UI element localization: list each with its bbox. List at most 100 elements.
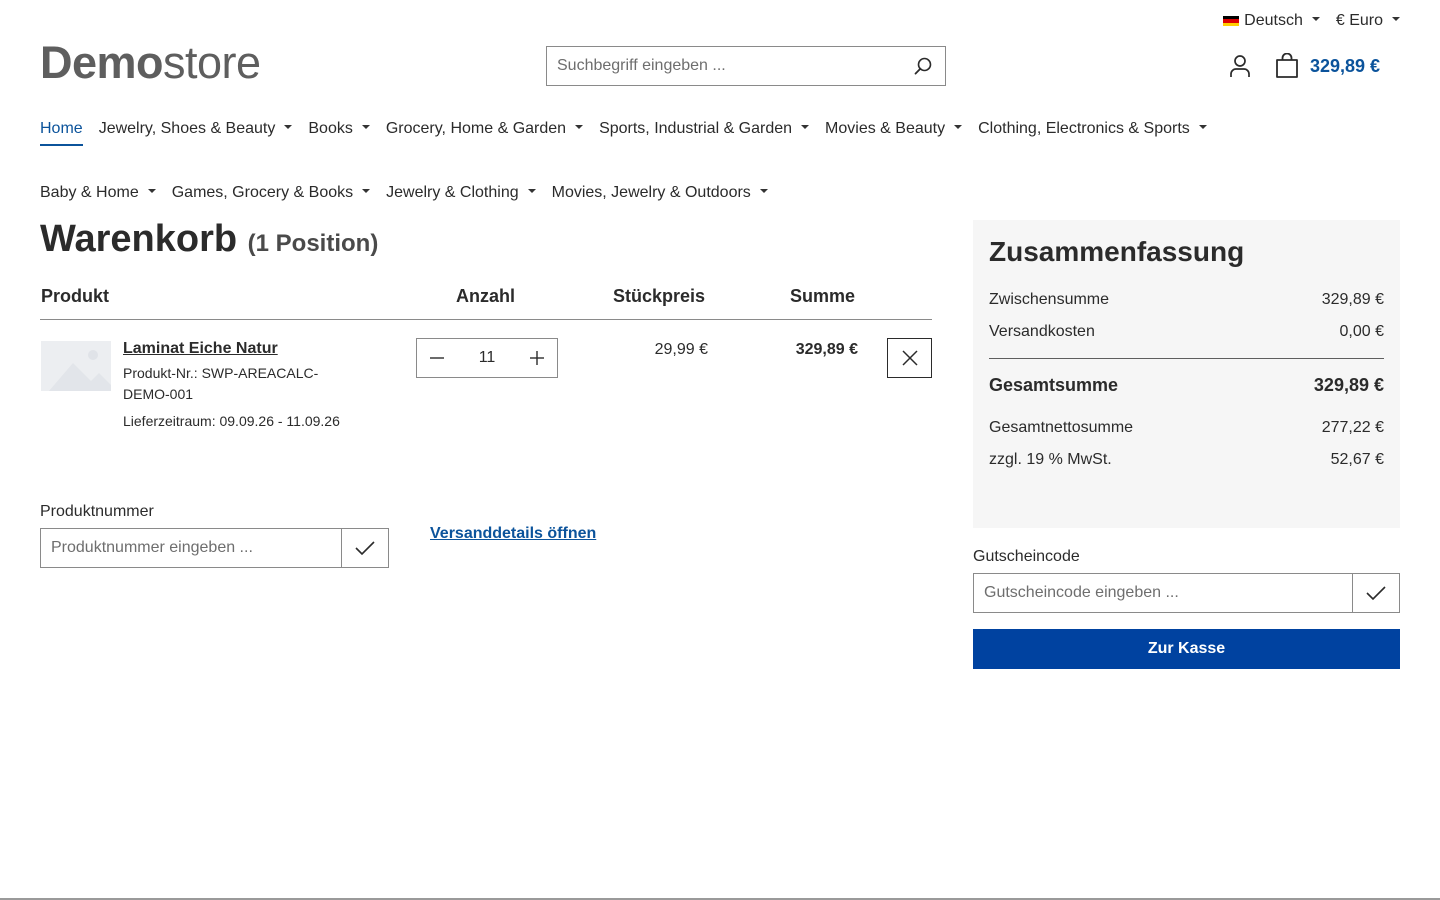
add-product-button[interactable] (341, 529, 388, 567)
chevron-down-icon (759, 189, 768, 193)
currency-selector[interactable]: € Euro (1336, 10, 1400, 32)
voucher-label: Gutscheincode (973, 548, 1080, 565)
chevron-down-icon (527, 189, 536, 193)
product-number-form (40, 528, 389, 568)
nav-item-baby-home[interactable]: Baby & Home (40, 182, 156, 204)
checkmark-icon (1366, 586, 1386, 601)
nav-item-label: Baby & Home (40, 184, 139, 201)
nav-item-games-grocery-books[interactable]: Games, Grocery & Books (171, 182, 371, 204)
header-sum: Summe (790, 286, 856, 306)
product-number-label: Produktnummer (40, 503, 154, 520)
tax-label: zzgl. 19 % MwSt. (989, 451, 1112, 468)
checkout-button[interactable]: Zur Kasse (973, 629, 1400, 669)
logo-light: store (163, 37, 261, 88)
net-total-label: Gesamtnettosumme (989, 419, 1134, 436)
page-title: Warenkorb (1 Position) (40, 218, 378, 261)
logo-bold: Demo (40, 37, 164, 88)
voucher-input[interactable] (974, 574, 1352, 612)
minus-icon (430, 357, 444, 359)
chevron-down-icon (147, 189, 156, 193)
store-logo[interactable]: Demostore (40, 40, 261, 85)
cart-title: Warenkorb (40, 218, 238, 260)
image-placeholder-icon (41, 341, 111, 391)
cart-button[interactable]: 329,89 € (1274, 50, 1380, 82)
currency-label: € Euro (1335, 12, 1383, 29)
delivery-period: Lieferzeitraum: 09.09.26 - 11.09.26 (123, 413, 340, 429)
subtotal-row: Zwischensumme 329,89 € (989, 291, 1384, 309)
chevron-down-icon (361, 125, 370, 129)
product-image-placeholder[interactable] (41, 341, 111, 391)
product-name-link[interactable]: Laminat Eiche Natur (123, 340, 278, 358)
header-unit-price: Stückpreis (613, 286, 706, 306)
summary-divider (989, 358, 1384, 359)
nav-item-label: Home (40, 120, 83, 137)
chevron-down-icon (1198, 125, 1207, 129)
nav-item-sports-industrial-garden[interactable]: Sports, Industrial & Garden (599, 118, 810, 140)
language-selector[interactable]: Deutsch (1223, 10, 1320, 32)
apply-voucher-button[interactable] (1352, 574, 1399, 612)
nav-item-label: Movies, Jewelry & Outdoors (551, 184, 751, 201)
user-icon (1230, 55, 1250, 77)
nav-item-label: Jewelry, Shoes & Beauty (98, 120, 276, 137)
product-number: Produkt-Nr.: SWP-AREACALC-DEMO-001 (123, 365, 319, 402)
decrease-quantity-button[interactable] (417, 339, 457, 377)
nav-item-movies-jewelry-outdoors[interactable]: Movies, Jewelry & Outdoors (552, 182, 768, 204)
language-label: Deutsch (1244, 12, 1303, 29)
header-quantity: Anzahl (456, 286, 516, 306)
main-navigation: Home Jewelry, Shoes & Beauty Books Groce… (40, 118, 1300, 204)
nav-item-jewelry-clothing[interactable]: Jewelry & Clothing (386, 182, 536, 204)
nav-item-label: Books (308, 120, 353, 137)
increase-quantity-button[interactable] (517, 339, 557, 377)
cart-table-header: Produkt Anzahl Stückpreis Summe (40, 286, 932, 320)
account-button[interactable] (1226, 52, 1254, 80)
close-icon (901, 350, 918, 366)
unit-price: 29,99 € (654, 341, 708, 358)
cart-position-count: (1 Position) (247, 230, 379, 257)
summary-title: Zusammenfassung (989, 236, 1245, 267)
nav-item-label: Clothing, Electronics & Sports (978, 120, 1190, 137)
shipping-label: Versandkosten (989, 323, 1095, 340)
product-number-input[interactable] (41, 529, 341, 567)
top-bar: Deutsch € Euro (1223, 10, 1400, 32)
nav-item-label: Sports, Industrial & Garden (599, 120, 793, 137)
german-flag-icon (1223, 15, 1240, 27)
total-value: 329,89 € (1313, 375, 1384, 395)
search-button[interactable] (901, 47, 945, 85)
line-item-sum: 329,89 € (795, 341, 858, 358)
search-icon (914, 57, 932, 75)
nav-item-jewelry-shoes-beauty[interactable]: Jewelry, Shoes & Beauty (99, 118, 293, 140)
nav-item-home[interactable]: Home (40, 118, 83, 146)
search-input[interactable] (547, 47, 901, 85)
voucher-form (973, 573, 1400, 613)
shipping-details-link[interactable]: Versanddetails öffnen (430, 525, 596, 543)
tax-value: 52,67 € (1330, 451, 1384, 468)
chevron-down-icon (801, 125, 810, 129)
shopping-bag-icon (1276, 53, 1298, 78)
net-total-value: 277,22 € (1321, 419, 1384, 436)
nav-item-books[interactable]: Books (308, 118, 370, 140)
chevron-down-icon (362, 189, 371, 193)
checkmark-icon (355, 541, 375, 556)
shipping-value: 0,00 € (1339, 323, 1384, 340)
quantity-value[interactable]: 11 (479, 349, 496, 367)
chevron-down-icon (284, 125, 293, 129)
plus-icon (529, 351, 544, 365)
nav-item-grocery-home-garden[interactable]: Grocery, Home & Garden (385, 118, 584, 140)
net-total-row: Gesamtnettosumme 277,22 € (989, 419, 1384, 437)
chevron-down-icon (954, 125, 963, 129)
subtotal-label: Zwischensumme (989, 291, 1110, 308)
tax-row: zzgl. 19 % MwSt. 52,67 € (989, 451, 1384, 469)
search-bar (546, 46, 946, 86)
nav-item-clothing-electronics-sports[interactable]: Clothing, Electronics & Sports (978, 118, 1207, 140)
cart-total: 329,89 € (1310, 55, 1381, 76)
quantity-stepper: 11 (416, 338, 558, 378)
chevron-down-icon (575, 125, 584, 129)
nav-item-label: Grocery, Home & Garden (385, 120, 567, 137)
header-product: Produkt (41, 286, 110, 306)
subtotal-value: 329,89 € (1321, 291, 1384, 308)
nav-item-label: Games, Grocery & Books (171, 184, 354, 201)
nav-item-movies-beauty[interactable]: Movies & Beauty (825, 118, 963, 140)
remove-item-button[interactable] (887, 338, 932, 378)
total-row: Gesamtsumme 329,89 € (989, 375, 1384, 396)
nav-item-label: Jewelry & Clothing (386, 184, 519, 201)
